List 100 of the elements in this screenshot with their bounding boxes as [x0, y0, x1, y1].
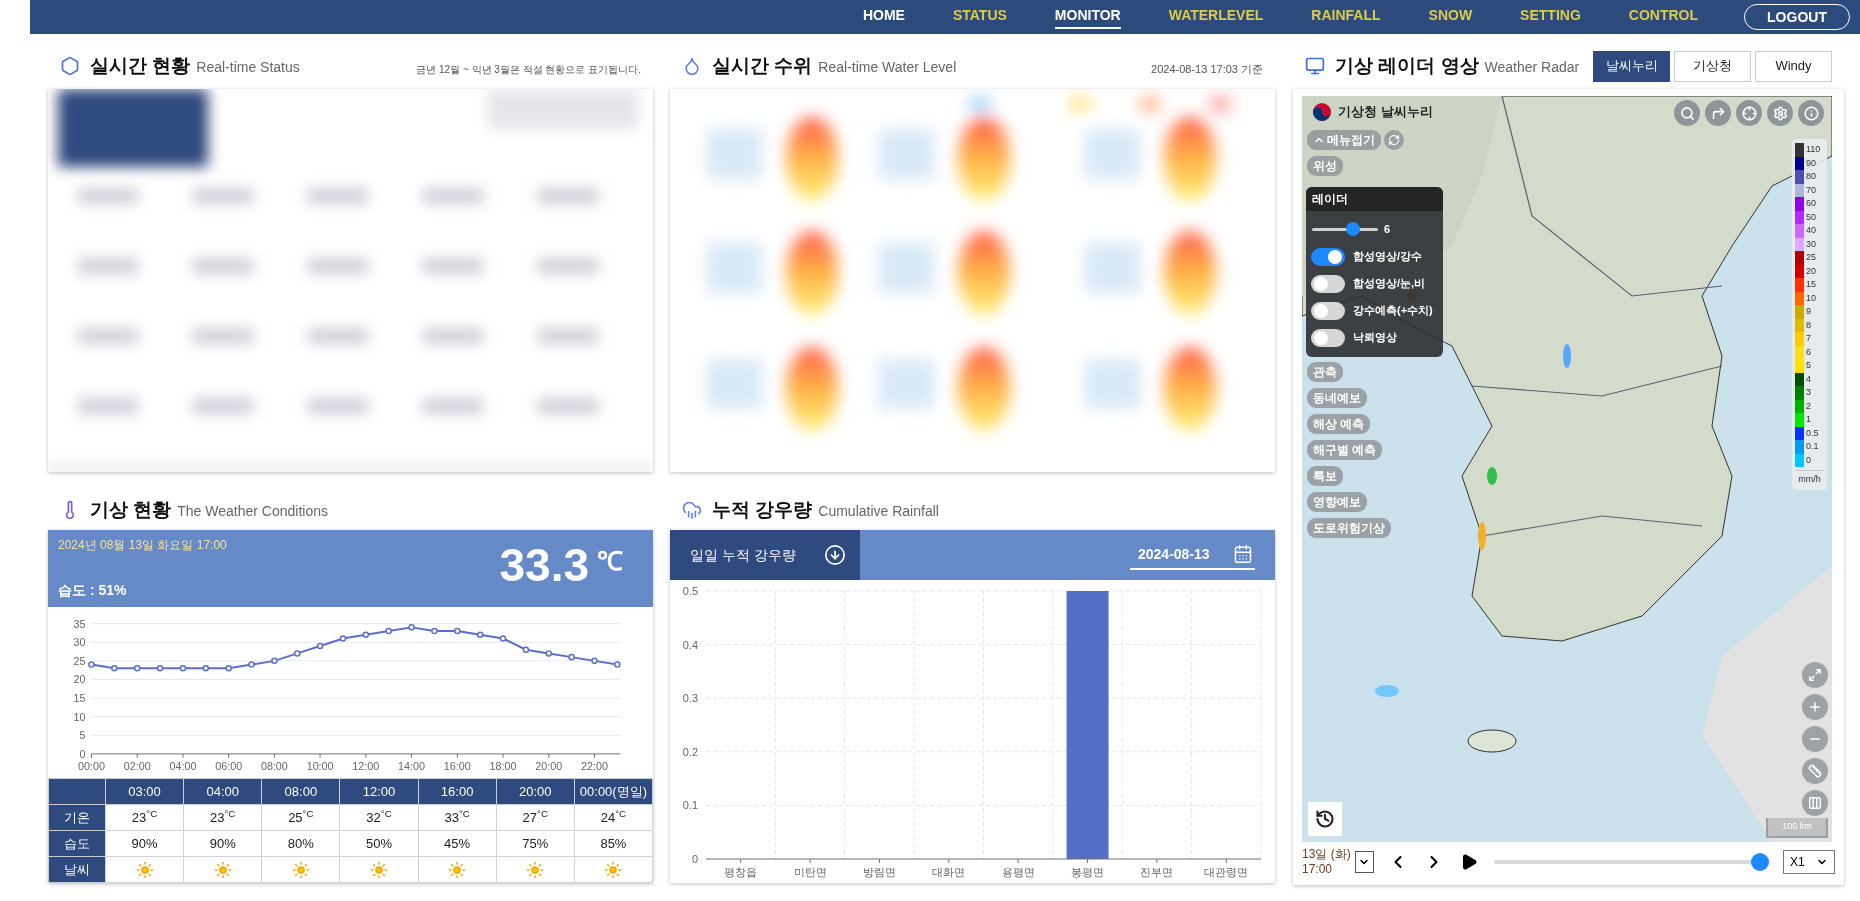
table-cell: 90% [105, 830, 184, 857]
y-axis-label: 35 [73, 617, 86, 630]
table-cell: 75% [496, 830, 575, 857]
layer-label: 낙뢰영상 [1353, 330, 1397, 346]
y-axis-label: 0.2 [682, 745, 698, 758]
table-cell: 90% [183, 830, 262, 857]
legend-label: 8 [1806, 320, 1811, 330]
column-header: 16:00 [418, 778, 497, 805]
x-axis-label: 22:00 [581, 759, 608, 772]
x-axis-label: 04:00 [169, 759, 197, 772]
playback-day: 13일 (화) [1302, 847, 1351, 862]
y-axis-label: 15 [73, 691, 86, 704]
section-subtitle: Cumulative Rainfall [818, 501, 939, 521]
legend-label: 2 [1806, 401, 1811, 411]
section-subtitle: Real-time Water Level [818, 57, 957, 77]
table-cell: 32$^{°C}$ [339, 804, 419, 831]
observation-datetime: 2024년 08월 13일 화요일 17:00 [58, 537, 228, 554]
x-axis-label: 평창읍 [724, 866, 758, 878]
table-cell: 33$^{°C}$ [418, 804, 497, 831]
x-axis-label: 00:00 [78, 759, 105, 772]
legend-label: 9 [1806, 307, 1811, 317]
legend-label: 1 [1806, 415, 1811, 425]
column-header: 04:00 [183, 778, 262, 805]
section-title: 실시간 수위 [712, 53, 813, 78]
legend-label: 0.5 [1806, 428, 1819, 438]
legend-label: 70 [1806, 185, 1816, 195]
section-title: 실시간 현황 [90, 53, 191, 78]
table-cell: 23$^{°C}$ [183, 804, 262, 831]
x-axis-label: 12:00 [352, 759, 380, 772]
x-axis-label: 용평면 [1001, 866, 1035, 878]
layer-label: 강수예측(+수치) [1353, 303, 1433, 319]
y-axis-label: 10 [73, 710, 86, 723]
section-subtitle: The Weather Conditions [177, 501, 328, 521]
table-cell: 80% [261, 830, 340, 857]
y-axis-label: 0.1 [682, 799, 698, 812]
legend-label: 6 [1806, 347, 1811, 357]
y-axis-label: 0 [691, 853, 698, 865]
x-axis-label: 18:00 [489, 759, 517, 772]
row-header: 날씨 [48, 856, 106, 883]
x-axis-label: 진부면 [1140, 866, 1174, 878]
y-axis-label: 20 [73, 673, 86, 685]
section-title: 누적 강우량 [712, 497, 813, 522]
x-axis-label: 대관령면 [1204, 866, 1249, 878]
legend-unit: mm/h [1795, 470, 1824, 487]
legend-label: 5 [1806, 361, 1811, 371]
section-title: 기상 레이더 영상 [1335, 53, 1479, 78]
playback-time: 17:00 [1302, 862, 1334, 877]
x-axis-label: 20:00 [535, 759, 563, 772]
x-axis-label: 16:00 [443, 759, 471, 772]
x-axis-label: 10:00 [306, 759, 334, 772]
layer-label: 합성영상/강수 [1353, 249, 1423, 265]
snow-season-note: 금년 12월 ~ 익년 3월은 적설 현황으로 표기됩니다. [416, 62, 641, 77]
legend-label: 50 [1806, 212, 1816, 222]
y-axis-label: 30 [73, 635, 86, 648]
y-axis-label: 0.3 [682, 692, 698, 705]
legend-label: 25 [1806, 253, 1816, 263]
legend-label: 10 [1806, 293, 1816, 303]
legend-label: 20 [1806, 266, 1816, 276]
legend-label: 3 [1806, 388, 1811, 398]
x-axis-label: 봉평면 [1071, 866, 1105, 878]
timestamp: 2024-08-13 17:03 기준 [1151, 61, 1263, 77]
table-cell: 50% [339, 830, 419, 857]
table-cell: 85% [574, 830, 653, 857]
table-cell: 25$^{°C}$ [261, 804, 340, 831]
legend-label: 15 [1806, 280, 1816, 290]
y-axis-label: 25 [73, 654, 86, 667]
y-axis-label: 0.5 [682, 585, 698, 597]
legend-label: 80 [1806, 172, 1816, 182]
section-subtitle: Real-time Status [196, 57, 300, 77]
x-axis-label: 06:00 [215, 759, 243, 772]
table-cell: 24$^{°C}$ [574, 804, 653, 831]
y-axis-label: 5 [79, 728, 86, 741]
x-axis-label: 02:00 [123, 759, 151, 772]
x-axis-label: 08:00 [260, 759, 288, 772]
column-header: 12:00 [339, 778, 419, 805]
table-cell: 27$^{°C}$ [496, 804, 575, 831]
legend-label: 7 [1806, 334, 1811, 344]
legend-label: 40 [1806, 226, 1816, 236]
layer-panel-title: 레이더 [1312, 191, 1348, 208]
legend-label: 0.1 [1806, 442, 1819, 452]
map-logo-text: 기상청 날씨누리 [1338, 103, 1433, 122]
legend-label: 90 [1806, 158, 1816, 168]
section-title: 기상 현황 [90, 497, 172, 522]
column-header: 00:00(명일) [574, 778, 653, 805]
legend-label: 30 [1806, 239, 1816, 249]
table-cell: 23$^{°C}$ [105, 804, 184, 831]
y-axis-label: 0 [79, 747, 86, 760]
slider-value: 6 [1384, 222, 1391, 237]
legend-label: 4 [1806, 374, 1811, 384]
column-header: 03:00 [105, 778, 184, 805]
y-axis-label: 0.4 [682, 638, 698, 651]
row-header: 습도 [48, 830, 106, 857]
table-cell: 45% [418, 830, 497, 857]
temperature-reading: 33.3 [499, 538, 589, 592]
x-axis-label: 방림면 [862, 866, 896, 878]
section-subtitle: Weather Radar [1484, 57, 1580, 77]
legend-label: 0 [1806, 455, 1811, 465]
x-axis-label: 대화면 [932, 866, 966, 878]
x-axis-label: 14:00 [398, 759, 426, 772]
x-axis-label: 미탄면 [793, 866, 827, 878]
